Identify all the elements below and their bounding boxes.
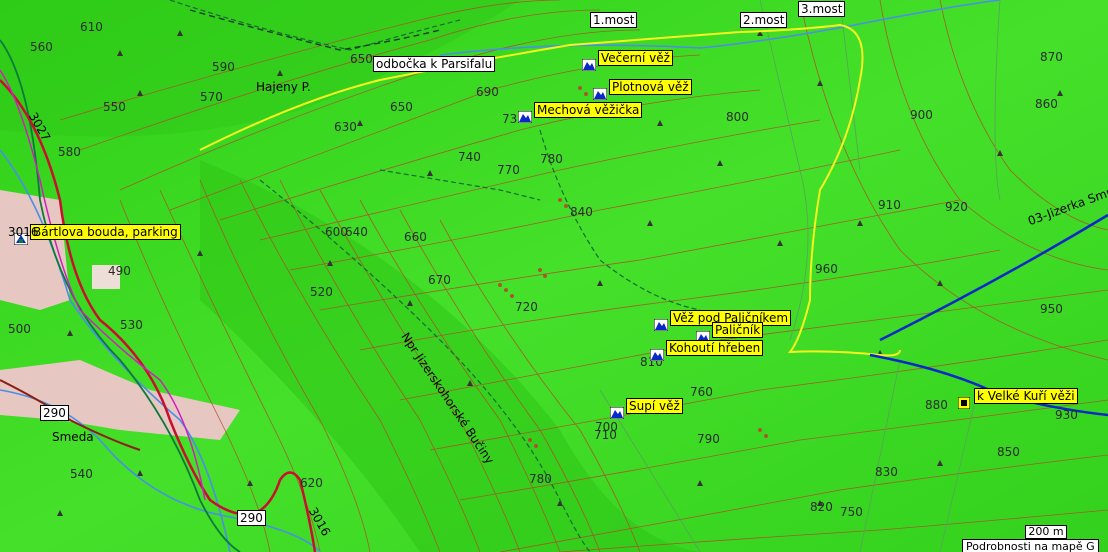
contour-label: 770	[497, 163, 520, 177]
label-road-290-a: 290	[40, 405, 69, 421]
contour-label: 790	[697, 432, 720, 446]
contour-label: 620	[300, 476, 323, 490]
label-mechova-vezicka[interactable]: Mechová věžička	[534, 102, 643, 118]
contour-label: 920	[945, 200, 968, 214]
contour-label: 860	[1035, 97, 1058, 111]
contour-label: 870	[1040, 50, 1063, 64]
contour-label: 690	[476, 85, 499, 99]
contour-label: 610	[80, 20, 103, 34]
label-hajeny: Hajeny P.	[256, 80, 311, 94]
contour-label: 660	[404, 230, 427, 244]
contour-label: 650	[390, 100, 413, 114]
contour-label: 530	[120, 318, 143, 332]
contour-label: 950	[1040, 302, 1063, 316]
map-view[interactable]: 560 580 610 590 570 550 630 650 690 730 740 770 780 8…	[0, 0, 1108, 552]
contour-label: 740	[458, 150, 481, 164]
contour-label: 780	[529, 472, 552, 486]
contour-label: 630	[334, 120, 357, 134]
contour-label: 570	[200, 90, 223, 104]
rock-tower-icon[interactable]	[581, 56, 597, 72]
contour-label: 710	[594, 428, 617, 442]
terrain-layer	[0, 0, 1108, 552]
label-k-velke-kuri-vezi[interactable]: k Velké Kuří věži	[974, 388, 1078, 404]
contour-label: 650	[350, 52, 373, 66]
label-3-most: 3.most	[798, 1, 846, 17]
label-palicnik[interactable]: Paličník	[712, 322, 764, 338]
contour-label: 830	[875, 465, 898, 479]
contour-label: 750	[840, 505, 863, 519]
label-kohouti-hreben[interactable]: Kohoutí hřeben	[666, 340, 764, 356]
contour-label: 900	[910, 108, 933, 122]
contour-label: 640	[345, 225, 368, 239]
contour-label: 760	[690, 385, 713, 399]
contour-label: 960	[815, 262, 838, 276]
waypoint-icon[interactable]	[957, 394, 972, 410]
contour-label: 490	[108, 264, 131, 278]
contour-label: 670	[428, 273, 451, 287]
contour-label: 720	[515, 300, 538, 314]
contour-label: 880	[925, 398, 948, 412]
label-vecerni-vez[interactable]: Večerní věž	[598, 50, 673, 66]
contour-label: 840	[570, 205, 593, 219]
contour-label: 590	[212, 60, 235, 74]
label-plotnova-vez[interactable]: Plotnová věž	[609, 79, 692, 95]
contour-label: 600	[325, 225, 348, 239]
rock-tower-icon[interactable]	[609, 404, 625, 420]
contour-label: 780	[540, 152, 563, 166]
label-2-most: 2.most	[740, 12, 788, 28]
rock-tower-icon[interactable]	[649, 346, 665, 362]
label-supi-vez[interactable]: Supí věž	[626, 398, 683, 414]
label-odbocka: odbočka k Parsifalu	[373, 56, 496, 72]
contour-label: 910	[878, 198, 901, 212]
contour-label: 520	[310, 285, 333, 299]
contour-label: 500	[8, 322, 31, 336]
rock-tower-icon[interactable]	[592, 85, 608, 101]
contour-label: 800	[726, 110, 749, 124]
label-1-most: 1.most	[590, 12, 638, 28]
contour-label: 550	[103, 100, 126, 114]
contour-label: 850	[997, 445, 1020, 459]
map-footer: Podrobnosti na mapě G	[962, 539, 1099, 552]
rock-tower-icon[interactable]	[695, 328, 711, 344]
contour-label: 930	[1055, 408, 1078, 422]
contour-label: 820	[810, 500, 833, 514]
label-bartlova-bouda[interactable]: Bártlova bouda, parking	[30, 224, 181, 240]
rock-tower-icon[interactable]	[517, 108, 533, 124]
label-road-290-b: 290	[237, 510, 266, 526]
label-smeda: Smeda	[52, 430, 94, 444]
contour-label: 580	[58, 145, 81, 159]
label-road-3016: 3016	[8, 225, 39, 239]
contour-label: 560	[30, 40, 53, 54]
scale-bar: 200 m	[1025, 525, 1067, 539]
contour-label: 540	[70, 467, 93, 481]
rock-tower-icon[interactable]	[653, 316, 669, 332]
